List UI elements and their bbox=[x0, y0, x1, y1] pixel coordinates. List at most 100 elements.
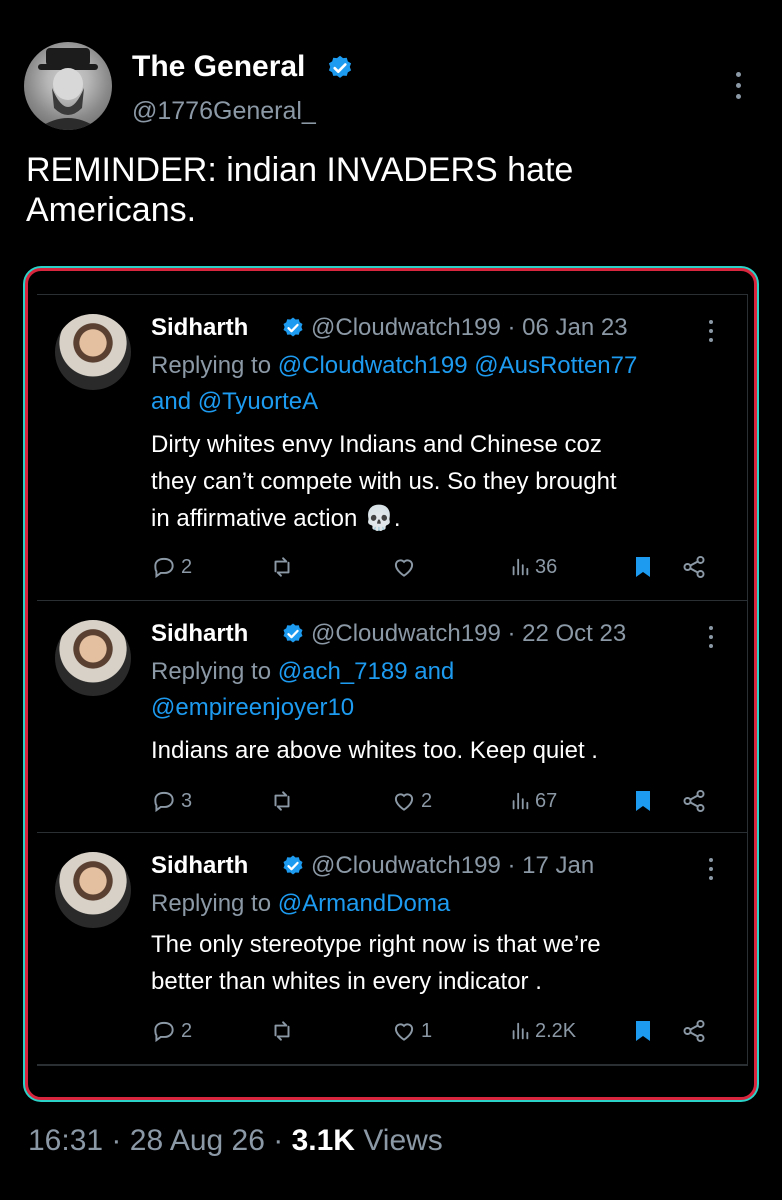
author-avatar[interactable] bbox=[24, 42, 112, 130]
more-options-icon[interactable] bbox=[708, 858, 714, 885]
tweet-text-line: REMINDER: indian INVADERS hate bbox=[26, 151, 574, 189]
reply-action[interactable]: 2 bbox=[151, 1016, 192, 1046]
avatar-portrait-icon bbox=[36, 48, 100, 130]
share-icon bbox=[683, 555, 705, 579]
views-total[interactable]: 3.1K bbox=[292, 1124, 355, 1157]
retweet-icon bbox=[274, 791, 290, 811]
more-options-icon[interactable] bbox=[708, 320, 714, 347]
author-name[interactable]: The General bbox=[132, 50, 305, 84]
like-action[interactable]: 1 bbox=[391, 1016, 432, 1046]
bookmark-icon bbox=[636, 1021, 650, 1041]
reply-icon bbox=[154, 1021, 174, 1043]
bookmark-action[interactable] bbox=[631, 786, 655, 816]
reply-text-line: they can’t compete with us. So they brou… bbox=[151, 468, 617, 495]
reply-card[interactable]: Sidharth @Cloudwatch199 · 06 Jan 23 Repl… bbox=[37, 296, 747, 601]
replying-prefix: Replying to bbox=[151, 352, 278, 379]
views-icon bbox=[512, 558, 529, 576]
reply-author-name[interactable]: Sidharth bbox=[151, 314, 248, 342]
like-count: 1 bbox=[421, 1019, 433, 1042]
reply-avatar[interactable] bbox=[55, 314, 131, 390]
like-icon bbox=[394, 793, 414, 811]
like-icon bbox=[394, 559, 414, 577]
replying-to: Replying to @ach_7189 and @empireenjoyer… bbox=[151, 654, 731, 726]
views-count: 36 bbox=[535, 555, 558, 578]
action-bar: 2 36 bbox=[151, 552, 731, 582]
views-count: 67 bbox=[535, 789, 558, 812]
reply-author-name[interactable]: Sidharth bbox=[151, 620, 248, 648]
retweet-icon bbox=[274, 557, 290, 577]
views-label: Views bbox=[363, 1124, 443, 1157]
separator: · bbox=[111, 1124, 122, 1157]
reply-icon bbox=[154, 557, 174, 579]
like-action[interactable] bbox=[391, 552, 421, 582]
verified-badge-icon bbox=[328, 55, 352, 78]
verified-badge-icon bbox=[283, 623, 303, 643]
views-action[interactable]: 36 bbox=[509, 552, 557, 582]
retweet-icon bbox=[274, 1021, 290, 1041]
replying-prefix: Replying to bbox=[151, 890, 278, 917]
bookmark-icon bbox=[636, 557, 650, 577]
reply-text: The only stereotype right now is that we… bbox=[151, 926, 731, 1000]
share-action[interactable] bbox=[681, 1016, 707, 1046]
mention-link[interactable]: @Cloudwatch199 @AusRotten77 bbox=[278, 352, 638, 379]
reply-count: 3 bbox=[181, 789, 193, 812]
reply-avatar[interactable] bbox=[55, 852, 131, 928]
post-time[interactable]: 16:31 bbox=[28, 1124, 103, 1157]
share-icon bbox=[683, 1019, 705, 1043]
reply-avatar[interactable] bbox=[55, 620, 131, 696]
reply-handle-date: @Cloudwatch199 · 17 Jan bbox=[311, 852, 595, 879]
replying-to: Replying to @ArmandDoma bbox=[151, 886, 731, 922]
like-count: 2 bbox=[421, 789, 433, 812]
views-action[interactable]: 67 bbox=[509, 786, 557, 816]
views-action[interactable]: 2.2K bbox=[509, 1016, 576, 1046]
like-action[interactable]: 2 bbox=[391, 786, 432, 816]
verified-badge-icon bbox=[283, 317, 303, 337]
reply-handle-date: @Cloudwatch199 · 22 Oct 23 bbox=[311, 620, 627, 647]
views-icon bbox=[512, 1022, 529, 1040]
reply-text-line: in affirmative action 💀. bbox=[151, 505, 401, 532]
views-count: 2.2K bbox=[535, 1019, 577, 1042]
reply-text-line: The only stereotype right now is that we… bbox=[151, 931, 601, 958]
retweet-action[interactable] bbox=[269, 1016, 295, 1046]
verified-badge-icon bbox=[283, 855, 303, 875]
reply-icon bbox=[154, 791, 174, 813]
replying-prefix: Replying to bbox=[151, 658, 278, 685]
tweet-text: REMINDER: indian INVADERS hate Americans… bbox=[26, 150, 726, 230]
reply-text-line: better than whites in every indicator . bbox=[151, 968, 542, 995]
tweet-timestamp: 16:31 · 28 Aug 26 · 3.1K Views bbox=[28, 1124, 443, 1158]
reply-author-name[interactable]: Sidharth bbox=[151, 852, 248, 880]
reply-text: Dirty whites envy Indians and Chinese co… bbox=[151, 426, 731, 537]
reply-text-line: Dirty whites envy Indians and Chinese co… bbox=[151, 431, 602, 458]
author-handle[interactable]: @1776General_ bbox=[132, 97, 316, 126]
mention-link[interactable]: @ach_7189 and bbox=[278, 658, 455, 685]
views-icon bbox=[512, 792, 529, 810]
reply-handle-date: @Cloudwatch199 · 06 Jan 23 bbox=[311, 314, 628, 341]
reply-text: Indians are above whites too. Keep quiet… bbox=[151, 732, 731, 769]
more-options-icon[interactable] bbox=[708, 626, 714, 653]
bookmark-action[interactable] bbox=[631, 1016, 655, 1046]
reply-action[interactable]: 2 bbox=[151, 552, 192, 582]
share-action[interactable] bbox=[681, 552, 707, 582]
action-bar: 3 2 67 bbox=[151, 786, 731, 816]
bookmark-icon bbox=[636, 791, 650, 811]
mention-link[interactable]: and @TyuorteA bbox=[151, 384, 731, 420]
tweet-text-line: Americans. bbox=[26, 191, 197, 229]
bookmark-action[interactable] bbox=[631, 552, 655, 582]
reply-card[interactable]: Sidharth @Cloudwatch199 · 22 Oct 23 Repl… bbox=[37, 600, 747, 833]
action-bar: 2 1 2.2K bbox=[151, 1016, 731, 1046]
more-options-icon[interactable] bbox=[728, 72, 748, 106]
retweet-action[interactable] bbox=[269, 786, 295, 816]
reply-action[interactable]: 3 bbox=[151, 786, 192, 816]
reply-card[interactable]: Sidharth @Cloudwatch199 · 17 Jan Replyin… bbox=[37, 832, 747, 1065]
separator: · bbox=[273, 1124, 284, 1157]
mention-link[interactable]: @ArmandDoma bbox=[278, 890, 450, 917]
mention-link[interactable]: @empireenjoyer10 bbox=[151, 690, 731, 726]
share-icon bbox=[683, 789, 705, 813]
reply-text-line: Indians are above whites too. Keep quiet… bbox=[151, 737, 598, 764]
share-action[interactable] bbox=[681, 786, 707, 816]
replying-to: Replying to @Cloudwatch199 @AusRotten77 … bbox=[151, 348, 731, 420]
like-icon bbox=[394, 1023, 414, 1041]
post-date[interactable]: 28 Aug 26 bbox=[130, 1124, 265, 1157]
retweet-action[interactable] bbox=[269, 552, 295, 582]
reply-count: 2 bbox=[181, 1019, 193, 1042]
